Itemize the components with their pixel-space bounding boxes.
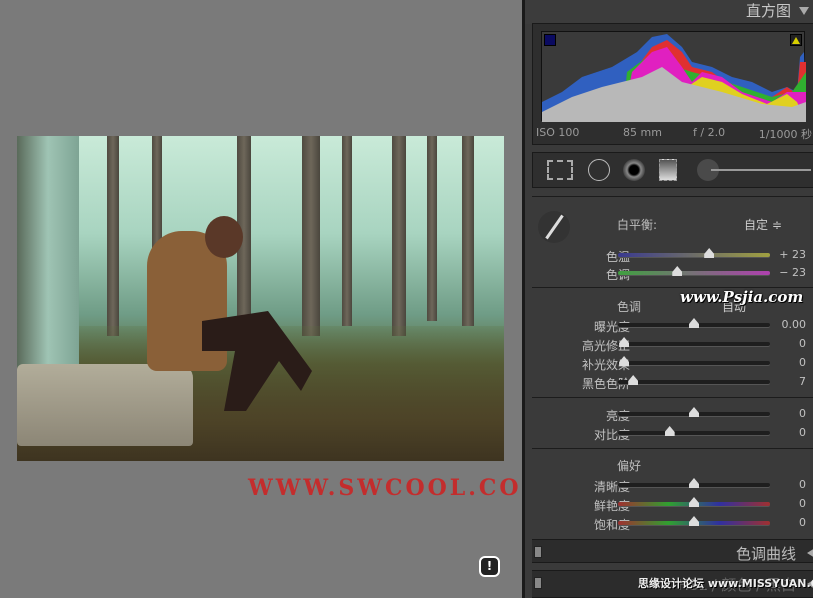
histogram-graph bbox=[542, 34, 806, 122]
slider-track[interactable] bbox=[618, 516, 770, 526]
slider-value[interactable]: 0 bbox=[799, 407, 806, 420]
slider-track[interactable] bbox=[618, 356, 770, 366]
crop-tool-icon[interactable] bbox=[547, 160, 573, 180]
tone-title: 色调 bbox=[617, 300, 642, 314]
graduated-filter-icon[interactable] bbox=[659, 159, 677, 181]
exif-aperture: f / 2.0 bbox=[693, 126, 726, 139]
exif-shutter: 1/1000 秒 bbox=[758, 128, 812, 141]
spot-removal-tool-icon[interactable] bbox=[588, 159, 610, 181]
panel-title: 色调曲线 bbox=[735, 545, 796, 563]
slider-track[interactable] bbox=[618, 426, 770, 436]
slider-thumb[interactable] bbox=[689, 478, 699, 488]
slider-thumb[interactable] bbox=[664, 426, 675, 436]
slider-track[interactable] bbox=[618, 478, 770, 488]
slider-thumb[interactable] bbox=[689, 516, 699, 526]
slider-value[interactable]: 7 bbox=[799, 375, 806, 388]
slider-value[interactable]: 0 bbox=[799, 516, 806, 529]
presence-section: 偏好 清晰度 0 鲜艳度 0 饱和度 0 bbox=[532, 448, 813, 538]
white-balance-label: 白平衡: bbox=[617, 218, 658, 232]
white-balance-select[interactable]: 自定 ≑ bbox=[744, 216, 782, 233]
panel-tone-curve[interactable]: 色调曲线 bbox=[532, 539, 813, 563]
histogram-header[interactable]: 直方图 bbox=[525, 0, 813, 24]
watermark-missyuan: 思缘设计论坛 www.MISSYUAN.COM bbox=[638, 577, 813, 590]
exif-iso: ISO 100 bbox=[536, 126, 580, 139]
red-eye-tool-icon[interactable] bbox=[623, 159, 645, 181]
slider-track[interactable] bbox=[618, 375, 770, 385]
slider-thumb[interactable] bbox=[689, 318, 699, 328]
slider-thumb[interactable] bbox=[672, 266, 683, 276]
slider-thumb[interactable] bbox=[689, 497, 699, 507]
slider-value[interactable]: 0 bbox=[799, 497, 806, 510]
brush-slider[interactable] bbox=[711, 169, 811, 171]
slider-track[interactable] bbox=[618, 497, 770, 507]
slider-track[interactable] bbox=[618, 337, 770, 347]
photo-preview bbox=[17, 136, 504, 461]
white-balance-section: 白平衡: 自定 ≑ 色温 + 23 色调 − 23 bbox=[532, 196, 813, 286]
slider-track[interactable] bbox=[618, 318, 770, 328]
panel-switch-icon[interactable] bbox=[534, 577, 542, 589]
slider-value[interactable]: + 23 bbox=[779, 248, 806, 261]
slider-track[interactable] bbox=[618, 248, 770, 258]
eyedropper-icon[interactable] bbox=[538, 211, 570, 243]
slider-value[interactable]: 0 bbox=[799, 478, 806, 491]
slider-value[interactable]: 0 bbox=[799, 356, 806, 369]
slider-value[interactable]: 0 bbox=[799, 426, 806, 439]
histogram-title: 直方图 bbox=[745, 2, 791, 20]
alert-icon[interactable]: ! bbox=[479, 556, 500, 577]
tool-strip bbox=[532, 152, 813, 188]
collapse-triangle-icon[interactable] bbox=[799, 7, 809, 15]
slider-track[interactable] bbox=[618, 266, 770, 276]
slider-thumb[interactable] bbox=[704, 248, 715, 258]
slider-thumb[interactable] bbox=[689, 407, 699, 417]
brightness-contrast-section: 亮度 0 对比度 0 bbox=[532, 397, 813, 447]
panel-switch-icon[interactable] bbox=[534, 546, 542, 558]
slider-value[interactable]: 0.00 bbox=[782, 318, 807, 331]
slider-track[interactable] bbox=[618, 407, 770, 417]
expand-triangle-icon bbox=[807, 548, 813, 558]
histogram: ISO 100 85 mm f / 2.0 1/1000 秒 bbox=[532, 23, 813, 145]
slider-value[interactable]: − 23 bbox=[779, 266, 806, 279]
watermark-psjia: www.Psjia.com bbox=[680, 288, 804, 306]
presence-title: 偏好 bbox=[617, 459, 642, 473]
exif-focal-length: 85 mm bbox=[623, 126, 662, 139]
slider-value[interactable]: 0 bbox=[799, 337, 806, 350]
